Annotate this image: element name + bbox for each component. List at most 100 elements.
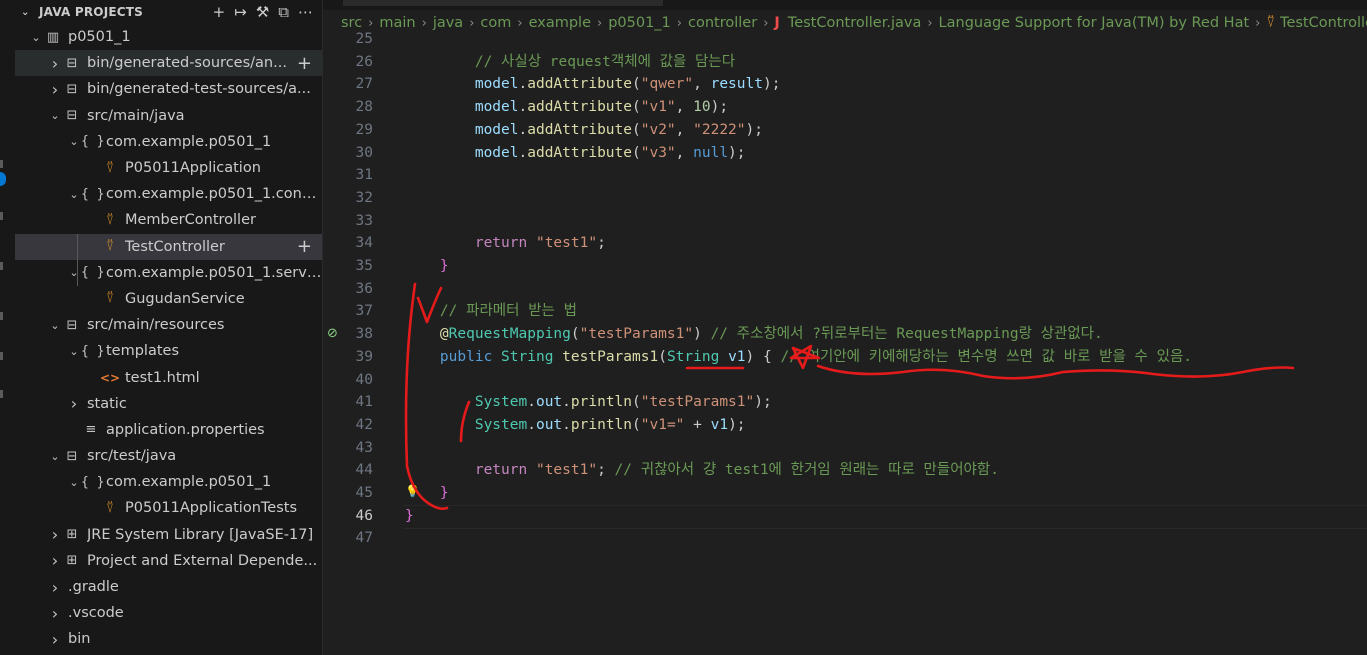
chevron-right-icon[interactable]: › — [48, 630, 62, 649]
chevron-down-icon[interactable]: ⌄ — [48, 450, 62, 463]
chevron-down-icon[interactable]: ⌄ — [48, 109, 62, 122]
chevron-down-icon[interactable]: ⌄ — [48, 319, 62, 332]
class-icon: ⍢ — [106, 239, 114, 255]
breadcrumb-item[interactable]: TestController.java — [788, 15, 922, 31]
chevron-right-icon[interactable]: › — [48, 604, 62, 623]
sidebar-header[interactable]: ⌄ JAVA PROJECTS + ↦ ⚒ ⧉ ⋯ — [15, 0, 322, 24]
breadcrumb-item[interactable]: Language Support for Java(TM) by Red Hat — [939, 15, 1250, 31]
tree-item[interactable]: ⍢ TestController + — [15, 233, 322, 260]
code-token: ( — [632, 416, 641, 433]
chevron-down-icon[interactable]: ⌄ — [67, 345, 81, 358]
tree-item[interactable]: › ⊞ JRE System Library [JavaSE-17] — [15, 522, 322, 548]
chevron-down-icon[interactable]: ⌄ — [21, 7, 33, 18]
code-line[interactable]: return "test1"; // 귀찮아서 걍 test1에 한거임 원래는… — [405, 459, 999, 482]
code-line[interactable]: model.addAttribute("v2", "2222"); — [405, 119, 763, 142]
activity-badge[interactable] — [0, 172, 6, 186]
tree-item-label: .gradle — [68, 579, 119, 596]
chevron-down-icon[interactable]: ⌄ — [67, 188, 81, 201]
tree-item[interactable]: › ⊞ Project and External Depende... — [15, 548, 322, 574]
code-token: System — [474, 416, 528, 433]
tree-item[interactable]: ⍢ P05011ApplicationTests — [15, 495, 322, 521]
package-icon: { } — [81, 265, 105, 281]
tree-item[interactable]: ⌄{ } com.example.p0501_1.service — [15, 260, 322, 286]
link-with-editor-icon[interactable]: ↦ — [234, 3, 247, 21]
code-line[interactable]: } — [405, 505, 414, 528]
code-line[interactable]: model.addAttribute("qwer", result); — [405, 73, 781, 96]
tree-item[interactable]: <> test1.html — [15, 364, 322, 390]
breadcrumb-item[interactable]: TestControlle — [1280, 15, 1367, 31]
chevron-right-icon[interactable]: › — [48, 578, 62, 597]
tree-item[interactable]: › bin — [15, 626, 322, 652]
chevron-down-icon[interactable]: ⌄ — [67, 266, 81, 279]
chevron-down-icon[interactable]: ⌄ — [67, 135, 81, 148]
tree-item-label: src/main/java — [87, 107, 185, 124]
code-token: , — [675, 144, 694, 161]
tree-item-label: com.example.p0501_1 — [106, 133, 272, 150]
breadcrumb-item[interactable]: p0501_1 — [608, 15, 671, 31]
chevron-right-icon: › — [517, 15, 523, 31]
collapse-all-icon[interactable]: ⧉ — [278, 3, 289, 21]
tree-item[interactable]: ⌄ ▥ p0501_1 — [15, 24, 322, 50]
code-line[interactable]: // 파라메터 받는 법 — [405, 300, 577, 323]
chevron-right-icon[interactable]: › — [48, 80, 62, 99]
breadcrumb-item[interactable]: main — [379, 15, 415, 31]
add-icon[interactable]: + — [297, 53, 312, 74]
tree-item[interactable]: ⌄{ } com.example.p0501_1 — [15, 469, 322, 495]
tree-item[interactable]: › static — [15, 391, 322, 417]
tree-item[interactable]: ⍢ P05011Application — [15, 155, 322, 181]
tree-item[interactable]: ⍢ MemberController — [15, 207, 322, 233]
chevron-down-icon[interactable]: ⌄ — [67, 476, 81, 489]
code-token: out — [535, 416, 563, 433]
line-number: 41 — [355, 394, 373, 411]
tree-item[interactable]: › ⊟ bin/generated-sources/an... + — [15, 50, 322, 77]
code-token: @ — [439, 326, 449, 343]
tree-item-label: test1.html — [125, 369, 200, 386]
breadcrumb-item[interactable]: com — [480, 15, 511, 31]
code-line[interactable]: // 사실상 request객체에 값을 담는다 — [405, 51, 735, 74]
breadcrumb-item[interactable]: java — [433, 15, 463, 31]
code-line[interactable]: @RequestMapping("testParams1") // 주소창에서 … — [405, 323, 1103, 346]
code-line[interactable]: System.out.println("testParams1"); — [405, 391, 772, 414]
tree-item[interactable]: › ⊟ bin/generated-test-sources/a... — [15, 76, 322, 102]
tree-item-label: bin/generated-sources/an... — [87, 55, 287, 72]
tree-item[interactable]: ⌄ ⊟ src/main/java — [15, 103, 322, 129]
chevron-right-icon[interactable]: › — [67, 394, 81, 413]
tree-item[interactable]: ⍢ GugudanService — [15, 286, 322, 312]
add-icon[interactable]: + — [297, 236, 312, 257]
tree-item[interactable]: › .gradle — [15, 574, 322, 600]
chevron-right-icon[interactable]: › — [48, 54, 62, 73]
code-line[interactable]: System.out.println("v1=" + v1); — [405, 414, 746, 437]
code-token: addAttribute — [527, 144, 632, 161]
editor-tab[interactable] — [343, 0, 663, 6]
add-icon[interactable]: + — [213, 3, 226, 21]
breadcrumb-item[interactable]: controller — [688, 15, 757, 31]
code-token: v1 — [710, 416, 729, 433]
code-line[interactable]: public String testParams1(String v1) { /… — [405, 346, 1192, 369]
chevron-right-icon: › — [763, 15, 769, 31]
tree-item[interactable]: › .vscode — [15, 600, 322, 626]
more-actions-icon[interactable]: ⋯ — [298, 3, 313, 21]
code-line[interactable]: } — [405, 255, 449, 278]
link-icon[interactable]: ⊘ — [327, 326, 338, 341]
build-tools-icon[interactable]: ⚒ — [256, 3, 269, 21]
lightbulb-icon[interactable]: 💡 — [405, 484, 420, 498]
chevron-down-icon[interactable]: ⌄ — [29, 31, 43, 44]
code-line[interactable]: model.addAttribute("v1", 10); — [405, 96, 728, 119]
chevron-right-icon[interactable]: › — [48, 525, 62, 544]
tree-item[interactable]: ⌄{ } com.example.p0501_1 — [15, 129, 322, 155]
code-line[interactable]: model.addAttribute("v3", null); — [405, 142, 746, 165]
breadcrumb-item[interactable]: example — [529, 15, 591, 31]
tree-item[interactable]: ⌄{ } templates — [15, 338, 322, 364]
code-token: ( — [632, 144, 641, 161]
tree-item[interactable]: ⌄ ⊟ src/main/resources — [15, 312, 322, 338]
tree-item[interactable]: ≡ application.properties — [15, 417, 322, 443]
chevron-right-icon[interactable]: › — [48, 551, 62, 570]
source-folder-icon: ⊟ — [66, 448, 78, 464]
code-line[interactable]: return "test1"; — [405, 232, 606, 255]
tree-item[interactable]: ⌄{ } com.example.p0501_1.contr... — [15, 181, 322, 207]
code-editor[interactable]: 25 26 // 사실상 request객체에 값을 담는다 27 model.ad… — [323, 31, 1367, 655]
tree-item[interactable]: ⌄ ⊟ src/test/java — [15, 443, 322, 469]
